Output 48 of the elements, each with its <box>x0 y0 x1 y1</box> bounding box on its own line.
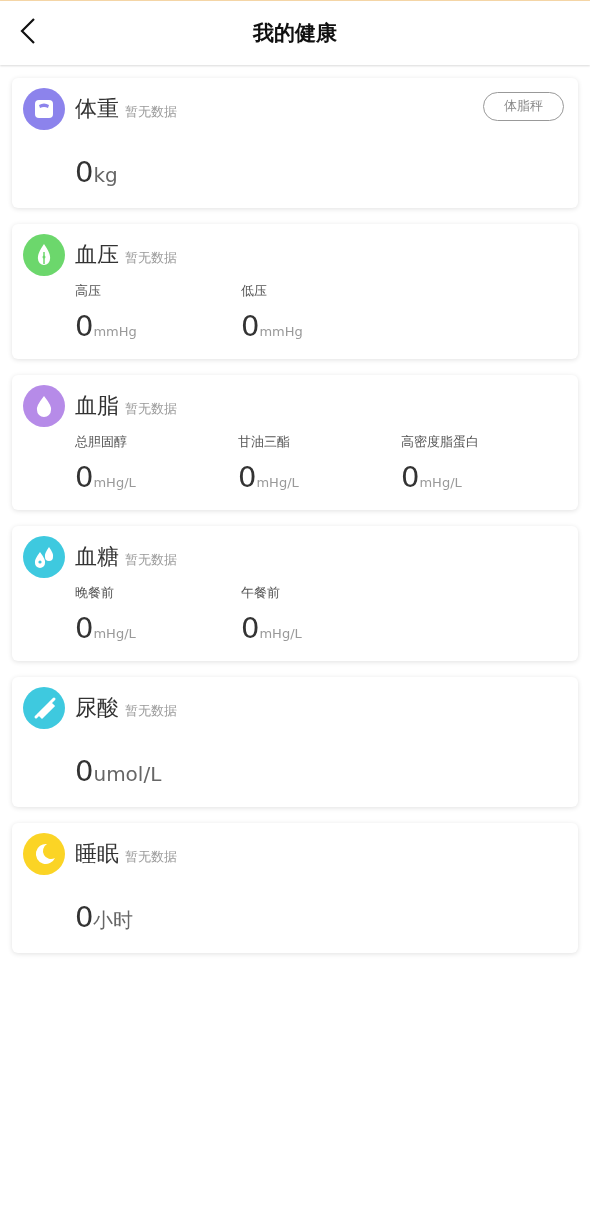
metric-unit: mHg/L <box>259 626 302 641</box>
card-title: 尿酸 <box>75 694 119 722</box>
metric-unit: mHg/L <box>256 475 299 490</box>
metric-label: 甘油三酯 <box>238 433 291 451</box>
card-title: 血糖 <box>75 543 119 571</box>
metric-value: 0 <box>75 754 94 788</box>
metric-unit: mHg/L <box>419 475 462 490</box>
back-icon[interactable] <box>20 17 36 45</box>
metric-value: 0 <box>401 460 420 494</box>
status-text: 暂无数据 <box>125 249 177 267</box>
health-card[interactable]: 尿酸 暂无数据 0umol/L <box>12 677 578 807</box>
card-title: 睡眠 <box>75 840 119 868</box>
health-card[interactable]: 血脂 暂无数据 总胆固醇 0mHg/L 甘油三酯 0mHg/L 高密度脂蛋白 0mHg/L <box>12 375 578 510</box>
health-card[interactable]: 血糖 暂无数据 晚餐前 0mHg/L 午餐前 0mHg/L <box>12 526 578 661</box>
metric-value: 0 <box>75 900 94 934</box>
status-text: 暂无数据 <box>125 103 177 121</box>
status-text: 暂无数据 <box>125 848 177 866</box>
card-title: 体重 <box>75 95 119 123</box>
metric-value: 0 <box>238 460 257 494</box>
metric-unit: mmHg <box>93 324 137 339</box>
metric-label: 晚餐前 <box>75 584 115 602</box>
status-text: 暂无数据 <box>125 400 177 418</box>
metric-unit: mHg/L <box>93 475 136 490</box>
metric-label: 高密度脂蛋白 <box>401 433 480 451</box>
metric-unit: kg <box>93 163 118 187</box>
health-card[interactable]: 体重 暂无数据 体脂秤 0kg <box>12 78 578 208</box>
health-card[interactable]: 睡眠 暂无数据 0小时 <box>12 823 578 953</box>
health-card[interactable]: 血压 暂无数据 高压 0mmHg 低压 0mmHg <box>12 224 578 359</box>
page-title: 我的健康 <box>253 20 337 47</box>
metric-unit: umol/L <box>93 762 162 786</box>
metric-label: 午餐前 <box>241 584 281 602</box>
metric-value: 0 <box>241 309 260 343</box>
card-title: 血压 <box>75 241 119 269</box>
metric-label: 高压 <box>75 282 102 300</box>
device-button[interactable]: 体脂秤 <box>483 91 564 121</box>
metric-label: 低压 <box>241 282 268 300</box>
metric-value: 0 <box>75 309 94 343</box>
status-text: 暂无数据 <box>125 702 177 720</box>
metric-value: 0 <box>241 611 260 645</box>
metric-unit: mmHg <box>259 324 303 339</box>
metric-label: 总胆固醇 <box>75 433 128 451</box>
metric-unit: 小时 <box>93 908 134 934</box>
card-title: 血脂 <box>75 392 119 420</box>
metric-unit: mHg/L <box>93 626 136 641</box>
status-text: 暂无数据 <box>125 551 177 569</box>
metric-value: 0 <box>75 155 94 189</box>
metric-value: 0 <box>75 611 94 645</box>
metric-value: 0 <box>75 460 94 494</box>
